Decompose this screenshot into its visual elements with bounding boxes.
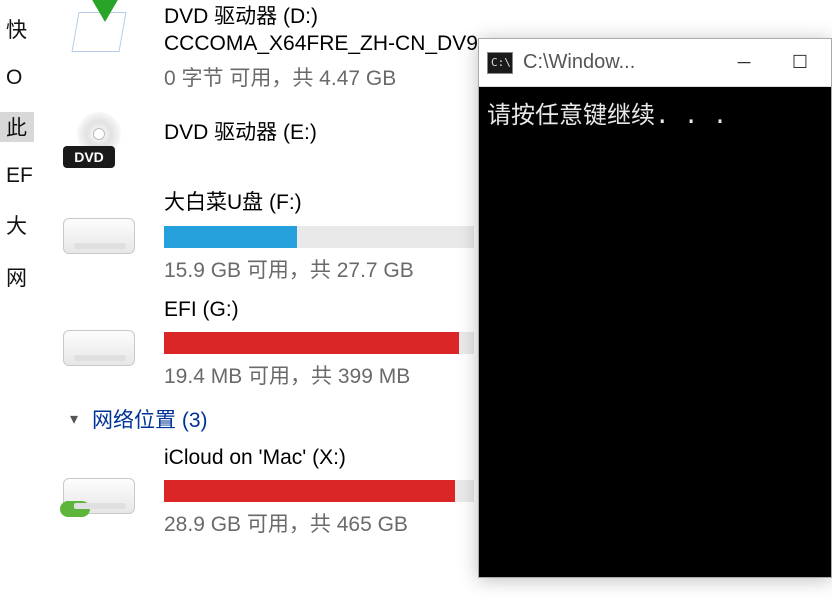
sidebar-item[interactable]: 大 [0,210,34,240]
usb-drive-icon [63,218,135,254]
section-label: 网络位置 (3) [92,404,208,434]
cmd-icon: C:\ [487,52,513,74]
cmd-body[interactable]: 请按任意键继续. . . [479,87,831,577]
usage-bar-fill [164,226,297,248]
drive-name: DVD 驱动器 (D:) [164,0,832,30]
cmd-title-text: C:\Window... [523,51,711,74]
usage-bar-fill [164,332,459,354]
usage-bar [164,226,474,248]
dvd-drive-icon: DVD [63,112,135,172]
minimize-button[interactable]: ─ [721,40,767,86]
sidebar-item[interactable]: 网 [0,262,34,292]
sidebar-item[interactable]: 快 [0,14,34,44]
install-disc-icon [63,6,135,56]
cmd-titlebar[interactable]: C:\ C:\Window... ─ ☐ [479,39,831,87]
sidebar-item[interactable]: 此 [0,112,34,142]
sidebar-item[interactable]: EF [0,164,34,188]
network-drive-icon [63,478,135,514]
usage-bar [164,332,474,354]
usage-bar [164,480,474,502]
explorer-sidebar: 快 O 此 EF 大 网 [0,0,34,292]
dvd-badge: DVD [63,146,115,168]
maximize-button[interactable]: ☐ [777,40,823,86]
hard-drive-icon [63,330,135,366]
chevron-down-icon: ▾ [70,409,84,429]
cmd-window[interactable]: C:\ C:\Window... ─ ☐ 请按任意键继续. . . [478,38,832,578]
usage-bar-fill [164,480,455,502]
sidebar-item[interactable]: O [0,66,34,90]
